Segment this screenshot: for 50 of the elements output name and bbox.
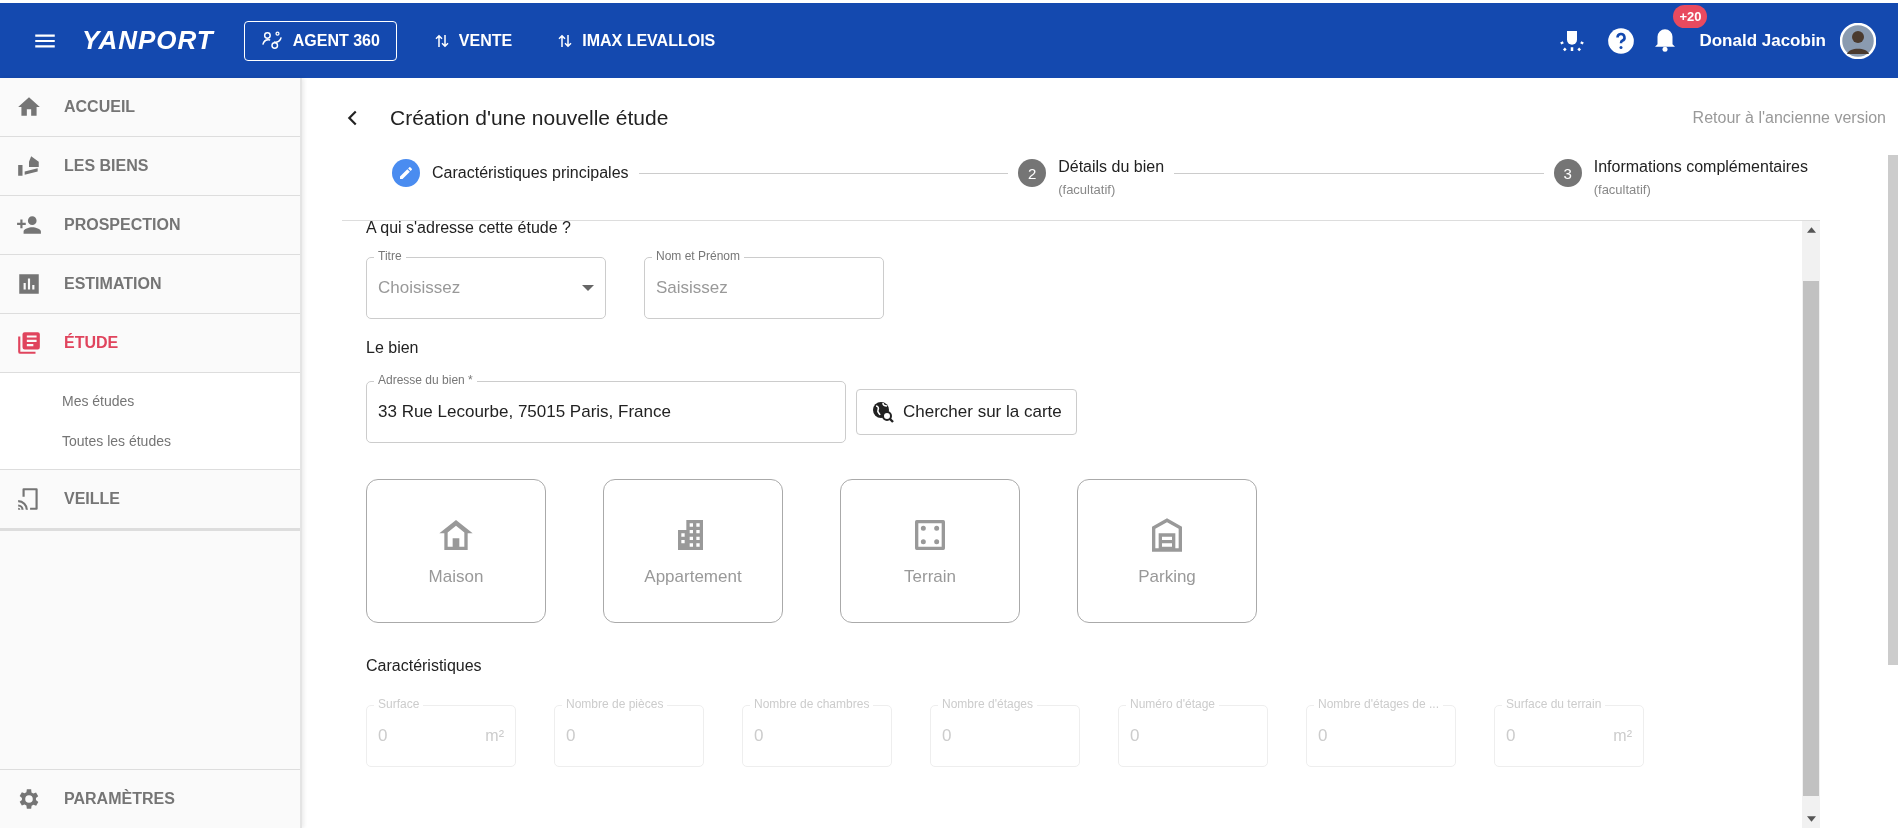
map-search-button[interactable]: Chercher sur la carte <box>856 389 1077 435</box>
sidebar-item[interactable]: PARAMÈTRES <box>0 769 300 828</box>
scroll-down-icon[interactable] <box>1806 816 1816 822</box>
select-field[interactable]: Titre Choisissez <box>366 249 606 319</box>
section-heading: Le bien <box>366 339 420 357</box>
step-label: Détails du bien <box>1058 158 1165 176</box>
page-scrollbar[interactable] <box>1888 155 1898 665</box>
logo[interactable]: YANPORT <box>82 25 214 56</box>
scroll-up-icon[interactable] <box>1806 227 1816 233</box>
sidebar-item[interactable]: ACCUEIL <box>0 78 300 137</box>
context-switch-button[interactable]: VENTE <box>428 27 517 54</box>
chart-icon <box>16 271 42 297</box>
step-hint: (facultatif) <box>1593 182 1652 197</box>
step-indicator: 2 <box>1018 159 1047 187</box>
property-type-card[interactable]: Maison <box>366 479 546 623</box>
input-field[interactable]: Nom et Prénom Saisissez <box>644 249 884 319</box>
section-heading: A qui s'adresse cette étude ? <box>366 221 572 235</box>
context-switch-button[interactable]: IMAX LEVALLOIS <box>552 27 720 54</box>
sidebar-item[interactable]: LES BIENS <box>0 137 300 196</box>
bell-icon[interactable] <box>1655 29 1676 52</box>
submenu-item[interactable]: Toutes les études <box>0 421 171 461</box>
step-label: Caractéristiques principales <box>432 163 629 182</box>
address-field[interactable]: Adresse du bien * 33 Rue Lecourbe, 75015 Paris, France <box>366 373 846 443</box>
user-name[interactable]: Donald Jacobin <box>1699 30 1826 51</box>
text-input[interactable]: 33 Rue Lecourbe, 75015 Paris, France <box>378 402 834 422</box>
agent-button[interactable]: AGENT 360 <box>243 20 397 61</box>
sidebar-item[interactable]: VEILLE <box>0 470 300 531</box>
avatar[interactable] <box>1840 22 1876 59</box>
property-type-card[interactable]: Appartement <box>603 479 783 623</box>
scrollbar[interactable] <box>1802 221 1820 828</box>
old-version-link[interactable]: Retour à l'ancienne version <box>1692 109 1886 127</box>
pencil-icon <box>398 165 414 181</box>
globe-search-icon <box>871 400 895 424</box>
property-type-card[interactable]: Parking <box>1077 479 1257 623</box>
step-indicator: 3 <box>1553 159 1582 187</box>
sidebar-item[interactable]: PROSPECTION <box>0 196 300 255</box>
select-input[interactable]: Choisissez <box>378 278 582 298</box>
sidebar-item[interactable]: ESTIMATION <box>0 255 300 314</box>
help-icon[interactable] <box>1607 26 1636 55</box>
study-icon <box>16 330 42 356</box>
text-input[interactable]: Saisissez <box>656 278 872 298</box>
caret-icon <box>582 285 594 291</box>
property-type-card[interactable]: Terrain <box>840 479 1020 623</box>
people-icon <box>260 29 283 52</box>
submenu-item[interactable]: Mes études <box>0 381 135 421</box>
step-hint: (facultatif) <box>1058 182 1117 197</box>
notification-badge: +20 <box>1673 5 1708 28</box>
page-title: Création d'une nouvelle étude <box>390 106 669 130</box>
section-heading: Caractéristiques <box>366 657 483 675</box>
step-label: Informations complémentaires <box>1593 158 1808 176</box>
